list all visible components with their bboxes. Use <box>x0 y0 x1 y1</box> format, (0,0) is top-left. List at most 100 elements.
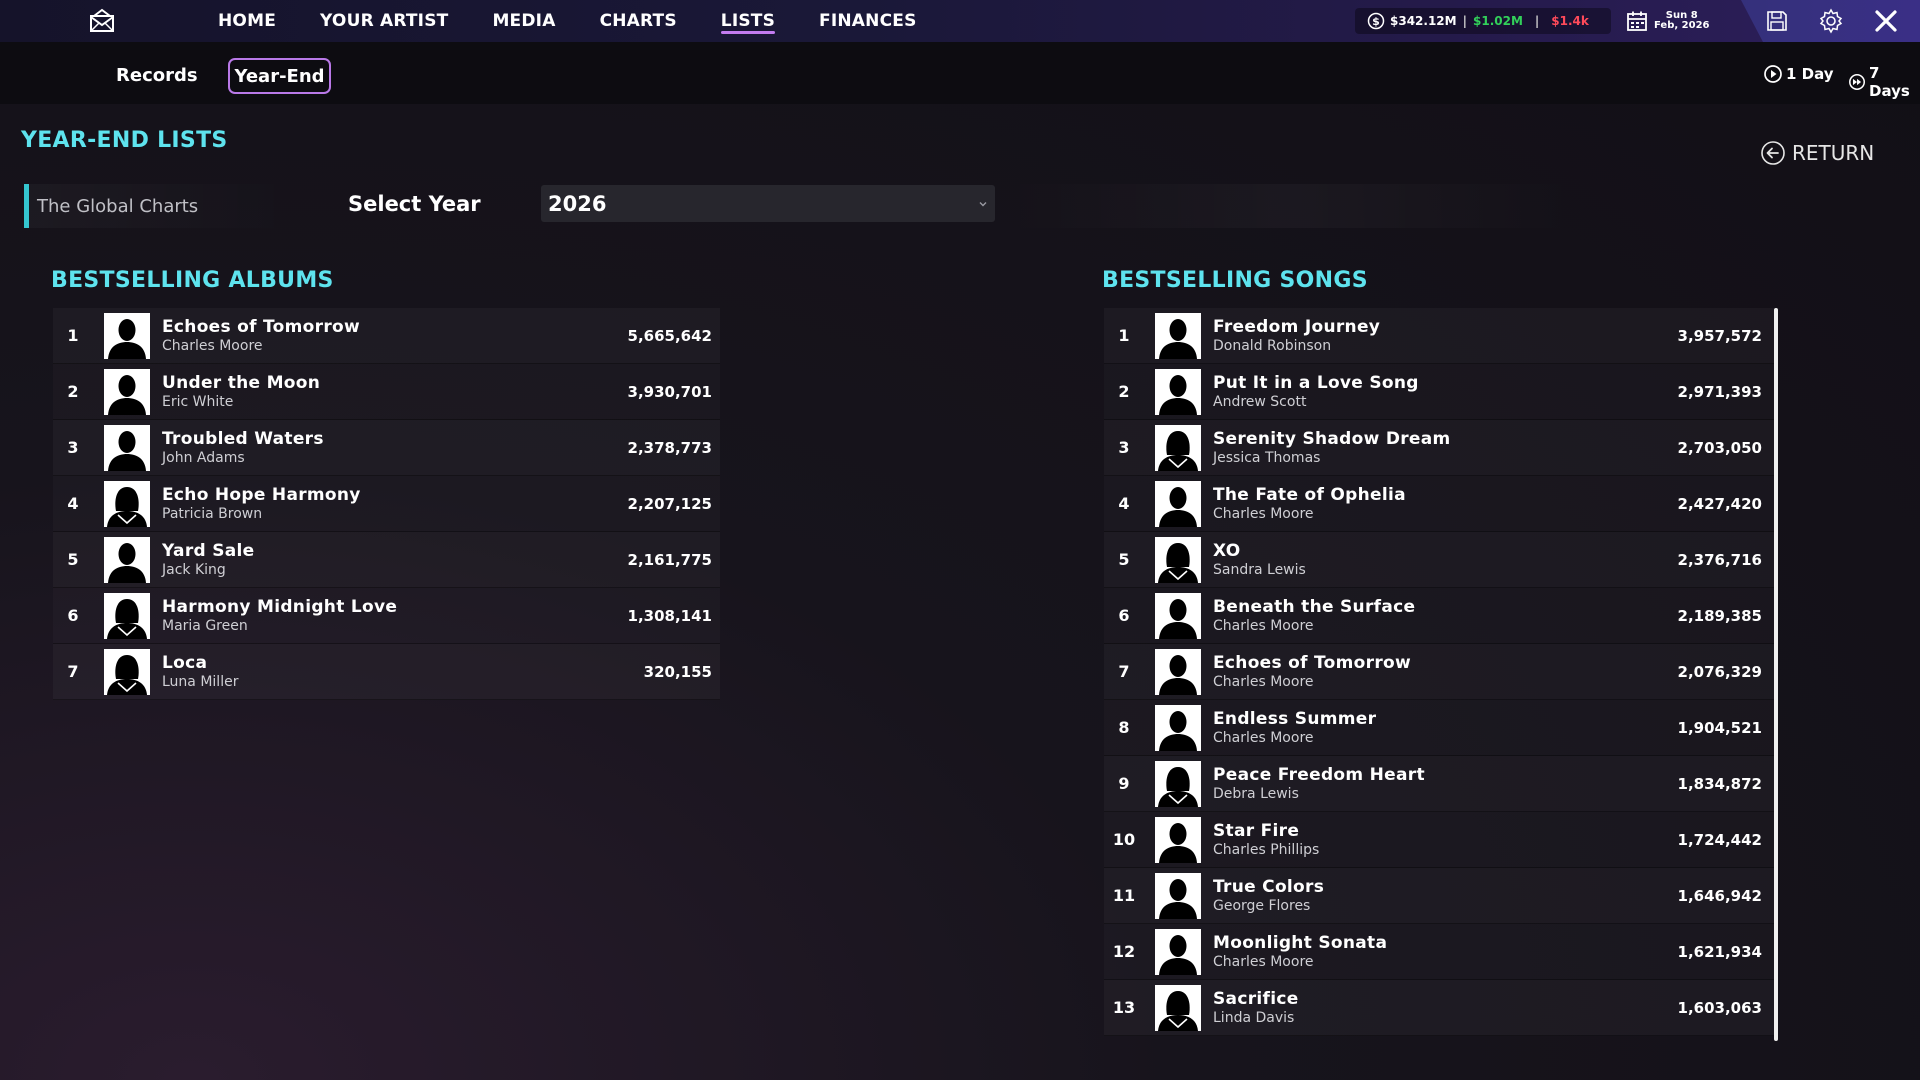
entry-artist: John Adams <box>162 449 245 466</box>
entry-artist: Charles Moore <box>1213 505 1314 522</box>
nav-your-artist[interactable]: YOUR ARTIST <box>320 0 448 42</box>
entry-info: Loca Luna Miller <box>162 653 238 691</box>
avatar <box>104 368 150 415</box>
list-item[interactable]: 3 Troubled Waters John Adams 2,378,773 <box>53 420 720 476</box>
entry-info: Yard Sale Jack King <box>162 541 254 579</box>
save-icon[interactable] <box>1765 9 1789 33</box>
entry-info: The Fate of Ophelia Charles Moore <box>1213 485 1406 523</box>
entry-title: Troubled Waters <box>162 428 324 449</box>
tab-records[interactable]: Records <box>116 65 198 86</box>
entry-sales: 2,207,125 <box>627 494 712 513</box>
entry-artist: Jack King <box>162 561 226 578</box>
page-title: YEAR-END LISTS <box>21 128 228 153</box>
list-item[interactable]: 5 Yard Sale Jack King 2,161,775 <box>53 532 720 588</box>
entry-info: Moonlight Sonata Charles Moore <box>1213 933 1387 971</box>
money-separator: | <box>1462 14 1467 28</box>
list-item[interactable]: 13 Sacrifice Linda Davis 1,603,063 <box>1104 980 1774 1036</box>
list-item[interactable]: 4 Echo Hope Harmony Patricia Brown 2,207… <box>53 476 720 532</box>
male-silhouette-icon <box>104 424 150 471</box>
male-silhouette-icon <box>104 536 150 583</box>
male-silhouette-icon <box>1155 368 1201 415</box>
male-silhouette-icon <box>1155 592 1201 639</box>
mail-icon[interactable] <box>88 7 116 35</box>
rank-number: 2 <box>67 382 79 401</box>
money-status: $ $342.12M | $1.02M | $1.4k <box>1355 8 1611 34</box>
advance-1-day-button[interactable]: 1 Day <box>1763 64 1834 84</box>
year-dropdown[interactable]: 2026 <box>541 185 995 222</box>
avatar <box>1155 928 1201 975</box>
female-silhouette-icon <box>104 480 150 527</box>
rank-number: 5 <box>1118 550 1130 569</box>
rank-number: 6 <box>1118 606 1130 625</box>
entry-sales: 1,904,521 <box>1677 718 1762 737</box>
entry-sales: 2,427,420 <box>1677 494 1762 513</box>
songs-scrollbar[interactable] <box>1774 308 1778 1041</box>
entry-sales: 2,703,050 <box>1677 438 1762 457</box>
entry-title: Endless Summer <box>1213 708 1377 729</box>
tab-year-end[interactable]: Year-End <box>228 58 331 94</box>
entry-artist: Donald Robinson <box>1213 337 1332 354</box>
rank-number: 3 <box>67 438 79 457</box>
avatar <box>1155 312 1201 359</box>
fast-forward-circle-icon <box>1849 74 1866 90</box>
list-item[interactable]: 4 The Fate of Ophelia Charles Moore 2,42… <box>1104 476 1774 532</box>
entry-sales: 5,665,642 <box>627 326 712 345</box>
nav-lists[interactable]: LISTS <box>720 0 776 42</box>
list-item[interactable]: 8 Endless Summer Charles Moore 1,904,521 <box>1104 700 1774 756</box>
list-item[interactable]: 7 Loca Luna Miller 320,155 <box>53 644 720 700</box>
play-circle-icon <box>1764 65 1782 83</box>
entry-title: Yard Sale <box>162 540 255 561</box>
entry-title: Under the Moon <box>162 372 321 393</box>
list-item[interactable]: 5 XO Sandra Lewis 2,376,716 <box>1104 532 1774 588</box>
avatar <box>1155 984 1201 1031</box>
nav-charts[interactable]: CHARTS <box>600 0 677 42</box>
entry-artist: Patricia Brown <box>162 505 263 522</box>
nav-home[interactable]: HOME <box>218 0 276 42</box>
list-item[interactable]: 6 Beneath the Surface Charles Moore 2,18… <box>1104 588 1774 644</box>
calendar-icon <box>1627 11 1647 31</box>
entry-info: Star Fire Charles Phillips <box>1213 821 1319 859</box>
list-item[interactable]: 12 Moonlight Sonata Charles Moore 1,621,… <box>1104 924 1774 980</box>
nav-media[interactable]: MEDIA <box>492 0 555 42</box>
list-item[interactable]: 6 Harmony Midnight Love Maria Green 1,30… <box>53 588 720 644</box>
list-item[interactable]: 1 Freedom Journey Donald Robinson 3,957,… <box>1104 308 1774 364</box>
entry-artist: Eric White <box>162 393 234 410</box>
entry-title: Echo Hope Harmony <box>162 484 361 505</box>
return-button[interactable]: RETURN <box>1760 140 1874 166</box>
avatar <box>104 480 150 527</box>
entry-title: XO <box>1213 540 1241 561</box>
entry-info: Put It in a Love Song Andrew Scott <box>1213 373 1419 411</box>
list-item[interactable]: 7 Echoes of Tomorrow Charles Moore 2,076… <box>1104 644 1774 700</box>
chart-selector[interactable]: The Global Charts <box>24 184 292 228</box>
entry-sales: 1,621,934 <box>1677 942 1762 961</box>
avatar <box>1155 816 1201 863</box>
money-separator: | <box>1534 14 1540 28</box>
close-icon[interactable] <box>1872 7 1900 35</box>
list-item[interactable]: 9 Peace Freedom Heart Debra Lewis 1,834,… <box>1104 756 1774 812</box>
entry-info: Serenity Shadow Dream Jessica Thomas <box>1213 429 1451 467</box>
entry-info: Freedom Journey Donald Robinson <box>1213 317 1380 355</box>
rank-number: 12 <box>1112 942 1136 961</box>
entry-artist: Jessica Thomas <box>1213 449 1321 466</box>
list-item[interactable]: 1 Echoes of Tomorrow Charles Moore 5,665… <box>53 308 720 364</box>
list-item[interactable]: 2 Put It in a Love Song Andrew Scott 2,9… <box>1104 364 1774 420</box>
list-item[interactable]: 2 Under the Moon Eric White 3,930,701 <box>53 364 720 420</box>
entry-title: Moonlight Sonata <box>1213 932 1388 953</box>
entry-sales: 1,646,942 <box>1677 886 1762 905</box>
songs-list: 1 Freedom Journey Donald Robinson 3,957,… <box>1104 308 1774 1041</box>
advance-7-days-button[interactable]: 7 Days <box>1848 64 1920 100</box>
list-item[interactable]: 11 True Colors George Flores 1,646,942 <box>1104 868 1774 924</box>
avatar <box>1155 536 1201 583</box>
nav-finances[interactable]: FINANCES <box>819 0 916 42</box>
entry-artist: Maria Green <box>162 617 248 634</box>
list-item[interactable]: 3 Serenity Shadow Dream Jessica Thomas 2… <box>1104 420 1774 476</box>
avatar <box>1155 760 1201 807</box>
songs-section-title: BESTSELLING SONGS <box>1102 268 1368 293</box>
return-label: RETURN <box>1792 141 1875 165</box>
female-silhouette-icon <box>104 592 150 639</box>
entry-artist: Debra Lewis <box>1213 785 1299 802</box>
entry-artist: Luna Miller <box>162 673 239 690</box>
gear-icon[interactable] <box>1818 8 1844 34</box>
entry-artist: Charles Moore <box>1213 953 1314 970</box>
list-item[interactable]: 10 Star Fire Charles Phillips 1,724,442 <box>1104 812 1774 868</box>
